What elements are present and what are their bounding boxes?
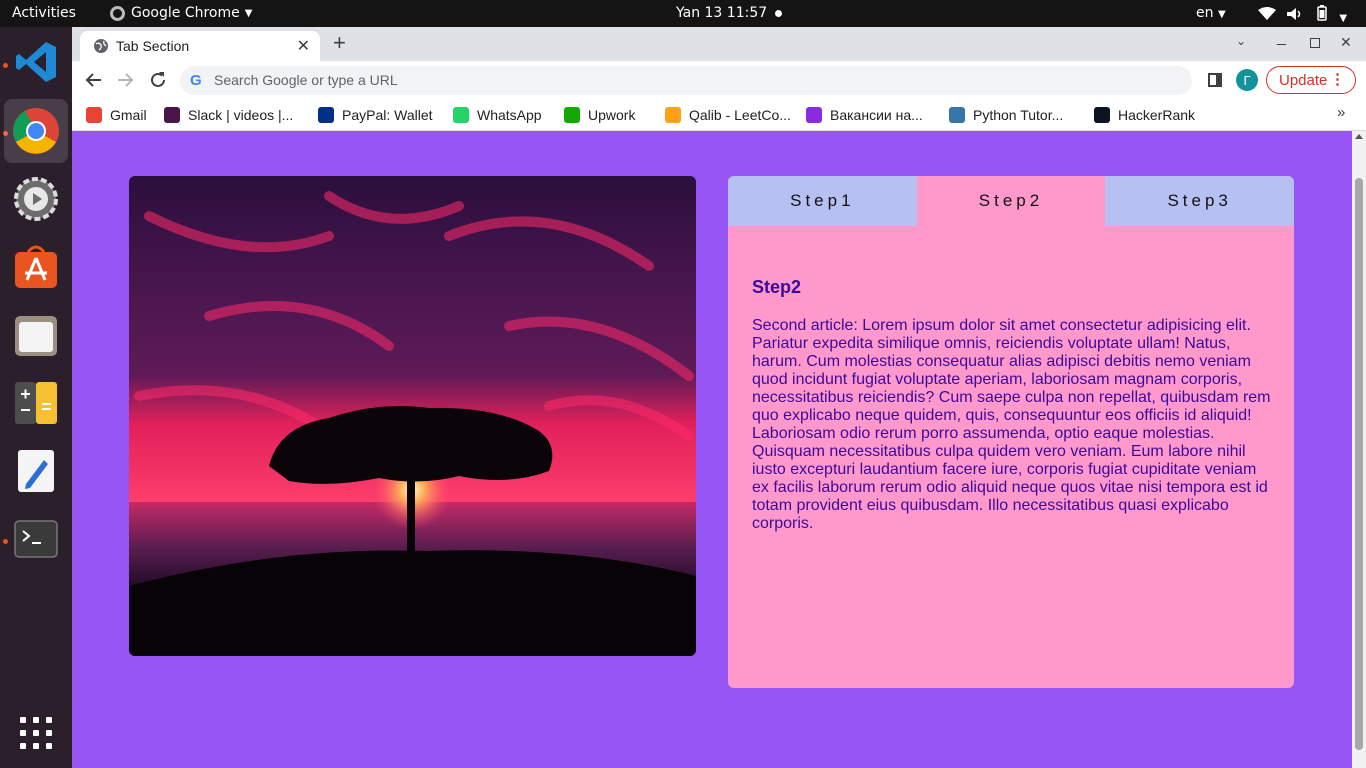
side-panel-icon[interactable]	[1208, 73, 1222, 87]
sunset-tree-image	[129, 176, 696, 656]
reload-icon[interactable]	[149, 71, 167, 89]
djinni-icon	[806, 107, 822, 123]
caret-down-icon: ▼	[1217, 9, 1226, 20]
upwork-icon	[564, 107, 580, 123]
tab-close-icon[interactable]: ✕	[297, 36, 310, 56]
hackerrank-icon	[1094, 107, 1110, 123]
minimize-button[interactable]: _	[1277, 29, 1286, 47]
bookmark-item[interactable]: Gmail	[86, 104, 147, 126]
dock-terminal[interactable]	[4, 507, 68, 571]
python-icon	[949, 107, 965, 123]
ubuntu-software-icon	[15, 245, 57, 288]
dock	[0, 27, 72, 768]
bookmark-item[interactable]: Вакансии на...	[806, 104, 923, 126]
page-viewport: Step1 Step2 Step3 Step2 Second article: Lo…	[72, 131, 1366, 768]
scroll-up-arrow-icon[interactable]	[1355, 134, 1363, 139]
tabs-section: Step1 Step2 Step3 Step2 Second article: Lo…	[728, 176, 1294, 688]
bookmark-label: Slack | videos |...	[188, 107, 294, 123]
google-g-icon: G	[190, 72, 202, 89]
battery-icon	[1317, 5, 1327, 21]
whatsapp-icon	[453, 107, 469, 123]
tab-title: Tab Section	[116, 38, 190, 54]
bookmark-item[interactable]: WhatsApp	[453, 104, 542, 126]
show-applications-button[interactable]	[4, 701, 68, 765]
browser-tab[interactable]: Tab Section ✕	[80, 31, 320, 61]
browser-toolbar: G Search Google or type a URL Г Update ⋮	[72, 61, 1366, 99]
step-tab-1[interactable]: Step1	[728, 176, 917, 226]
bookmark-label: Вакансии на...	[830, 107, 923, 123]
bookmark-item[interactable]: PayPal: Wallet	[318, 104, 433, 126]
volume-icon	[1287, 8, 1301, 20]
files-icon	[15, 316, 57, 356]
omnibox-placeholder: Search Google or type a URL	[214, 72, 398, 88]
notification-dot-icon	[775, 10, 782, 17]
bookmark-label: Upwork	[588, 107, 636, 123]
app-menu[interactable]: Google Chrome ▼	[110, 5, 252, 22]
slack-icon	[164, 107, 180, 123]
clock[interactable]: Yan 13 11:57	[676, 5, 767, 22]
wifi-icon	[1258, 7, 1276, 20]
bookmark-label: Qalib - LeetCo...	[689, 107, 791, 123]
restore-button[interactable]	[1310, 38, 1320, 48]
dock-chrome[interactable]	[4, 99, 68, 163]
forward-arrow-icon[interactable]	[116, 71, 134, 89]
leetcode-icon	[665, 107, 681, 123]
hero-picture	[129, 176, 696, 656]
profile-avatar[interactable]: Г	[1236, 69, 1258, 91]
browser-window: Tab Section ✕ + ⌄ _ ✕ G Search Google or…	[72, 27, 1366, 768]
bookmark-item[interactable]: Upwork	[564, 104, 635, 126]
chrome-icon	[13, 108, 59, 154]
language-label: en	[1196, 5, 1214, 21]
dock-settings[interactable]	[4, 167, 68, 231]
step-tab-2[interactable]: Step2	[916, 176, 1106, 226]
app-name: Google Chrome	[131, 5, 240, 21]
update-button[interactable]: Update ⋮	[1266, 66, 1356, 94]
system-menu[interactable]: ▼	[1258, 5, 1347, 27]
new-tab-button[interactable]: +	[333, 30, 346, 56]
settings-gear-icon	[14, 177, 58, 221]
caret-down-icon: ▼	[244, 8, 253, 19]
article-body: Second article: Lorem ipsum dolor sit am…	[752, 317, 1271, 532]
text-editor-icon	[18, 450, 54, 492]
bookmark-label: Python Tutor...	[973, 107, 1064, 123]
more-vertical-icon: ⋮	[1330, 71, 1345, 88]
update-label: Update	[1279, 71, 1328, 89]
address-bar[interactable]: G Search Google or type a URL	[180, 66, 1192, 95]
vscode-icon	[16, 42, 56, 82]
bookmark-item[interactable]: Qalib - LeetCo...	[665, 104, 791, 126]
paypal-icon	[318, 107, 334, 123]
globe-icon	[94, 39, 108, 53]
bookmark-item[interactable]: Python Tutor...	[949, 104, 1063, 126]
input-language[interactable]: en ▼	[1196, 5, 1226, 23]
activities-button[interactable]: Activities	[12, 5, 76, 22]
bookmarks-overflow-icon[interactable]: »	[1337, 104, 1345, 121]
caret-down-icon: ▼	[1339, 13, 1348, 24]
calculator-icon	[15, 382, 57, 424]
bookmark-label: WhatsApp	[477, 107, 542, 123]
chrome-app-icon	[110, 6, 125, 21]
dock-software[interactable]	[4, 235, 68, 299]
dock-vscode[interactable]	[4, 30, 68, 94]
system-top-bar: Activities Google Chrome ▼ Yan 13 11:57 …	[0, 0, 1366, 27]
close-window-button[interactable]: ✕	[1340, 34, 1352, 51]
bookmark-label: Gmail	[110, 107, 147, 123]
dock-files[interactable]	[4, 303, 68, 367]
terminal-icon	[14, 520, 58, 558]
bookmark-label: HackerRank	[1118, 107, 1196, 123]
step-tab-3[interactable]: Step3	[1105, 176, 1294, 226]
scrollbar-thumb[interactable]	[1355, 178, 1363, 750]
bookmarks-bar: Gmail Slack | videos |... PayPal: Wallet Wh…	[72, 99, 1366, 131]
bookmark-item[interactable]: Slack | videos |...	[164, 104, 293, 126]
dock-text-editor[interactable]	[4, 439, 68, 503]
article-title: Step2	[752, 277, 802, 297]
vertical-scrollbar[interactable]	[1352, 131, 1366, 768]
dock-calculator[interactable]	[4, 371, 68, 435]
tab-strip: Tab Section ✕ + ⌄ _ ✕	[72, 27, 1366, 61]
app-grid-icon	[20, 717, 52, 749]
bookmark-label: PayPal: Wallet	[342, 107, 433, 123]
gmail-icon	[86, 107, 102, 123]
bookmark-item[interactable]: HackerRank	[1094, 104, 1195, 126]
back-arrow-icon[interactable]	[85, 71, 103, 89]
tab-search-icon[interactable]: ⌄	[1236, 34, 1246, 48]
